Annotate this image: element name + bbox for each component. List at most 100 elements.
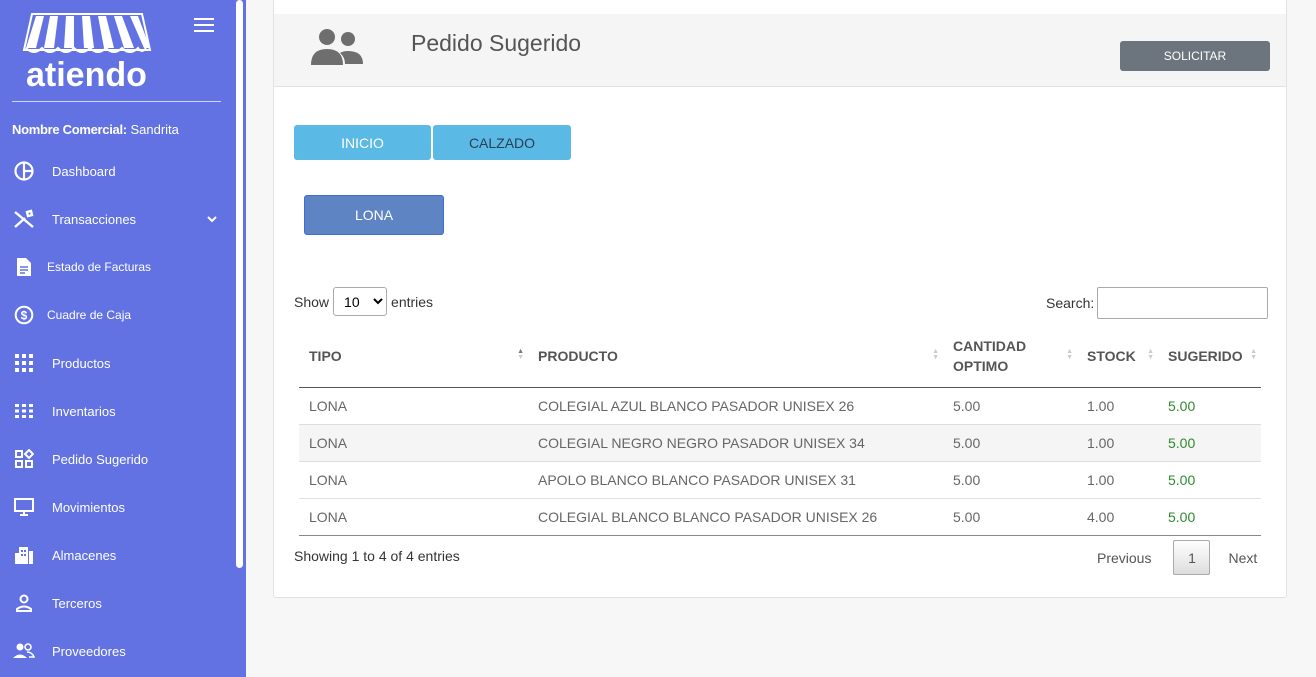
pedido-table: TIPO ▲ ▼ PRODUCTO ▲ ▼ CANTIDAD OPTIMO ▲ ▼ STOC… xyxy=(299,325,1261,536)
search-area: Search: xyxy=(1046,287,1269,319)
previous-button[interactable]: Previous xyxy=(1097,550,1151,566)
people-icon xyxy=(13,641,35,661)
sort-icon: ▲ ▼ xyxy=(1147,348,1154,361)
table-row: LONA COLEGIAL AZUL BLANCO PASADOR UNISEX… xyxy=(299,387,1261,425)
pie-chart-icon xyxy=(13,161,35,181)
calzado-button[interactable]: CALZADO xyxy=(433,125,571,160)
dollar-circle-icon: $ xyxy=(13,305,35,325)
table-row: LONA COLEGIAL BLANCO BLANCO PASADOR UNIS… xyxy=(299,498,1261,536)
widgets-icon xyxy=(13,449,35,469)
nombre-comercial: Nombre Comercial: Sandrita xyxy=(12,122,179,137)
sidebar-item-label: Cuadre de Caja xyxy=(47,308,132,322)
sidebar-item-dashboard[interactable]: Dashboard xyxy=(0,151,232,191)
sort-icon: ▲ ▼ xyxy=(517,348,524,361)
showing-info: Showing 1 to 4 of 4 entries xyxy=(294,548,460,564)
column-header-sugerido[interactable]: SUGERIDO ▲ ▼ xyxy=(1158,325,1261,388)
page-1-button[interactable]: 1 xyxy=(1173,540,1211,575)
sidebar-item-transacciones[interactable]: Transacciones xyxy=(0,199,232,239)
sidebar-item-terceros[interactable]: Terceros xyxy=(0,583,232,623)
svg-text:$: $ xyxy=(21,309,28,323)
sidebar-item-label: Dashboard xyxy=(52,163,116,179)
sidebar-scrollbar[interactable] xyxy=(236,0,243,568)
cell-sugerido: 5.00 xyxy=(1158,387,1261,425)
sidebar-item-proveedores[interactable]: Proveedores xyxy=(0,631,232,671)
column-header-tipo[interactable]: TIPO ▲ ▼ xyxy=(299,325,528,388)
sidebar-item-productos[interactable]: Productos xyxy=(0,343,232,383)
monitor-icon xyxy=(13,497,35,517)
column-header-stock[interactable]: STOCK ▲ ▼ xyxy=(1077,325,1158,388)
cell-stock: 1.00 xyxy=(1077,424,1158,462)
cell-producto: COLEGIAL BLANCO BLANCO PASADOR UNISEX 26 xyxy=(528,498,943,536)
chevron-down-icon[interactable] xyxy=(206,212,218,230)
tools-icon xyxy=(13,209,35,229)
sort-icon: ▲ ▼ xyxy=(1250,348,1257,361)
person-icon xyxy=(13,593,35,613)
cell-producto: COLEGIAL NEGRO NEGRO PASADOR UNISEX 34 xyxy=(528,424,943,462)
grid-icon xyxy=(13,353,35,373)
cell-sugerido: 5.00 xyxy=(1158,424,1261,462)
lona-button[interactable]: LONA xyxy=(304,195,444,235)
building-icon xyxy=(13,545,35,565)
cell-producto: COLEGIAL AZUL BLANCO PASADOR UNISEX 26 xyxy=(528,387,943,425)
users-icon xyxy=(311,29,363,65)
cell-stock: 1.00 xyxy=(1077,461,1158,499)
cell-tipo: LONA xyxy=(299,498,528,536)
comercial-label: Nombre Comercial: xyxy=(12,122,127,137)
cell-cantidad-optimo: 5.00 xyxy=(943,424,1077,462)
column-label: TIPO xyxy=(309,347,342,364)
inicio-button[interactable]: INICIO xyxy=(294,125,431,160)
sidebar-item-label: Proveedores xyxy=(52,643,126,659)
sidebar-item-inventarios[interactable]: Inventarios xyxy=(0,391,232,431)
sidebar-item-movimientos[interactable]: Movimientos xyxy=(0,487,232,527)
entries-select[interactable]: 10 xyxy=(333,287,388,316)
search-input[interactable] xyxy=(1097,287,1269,319)
sidebar-item-label: Movimientos xyxy=(52,499,125,515)
cell-tipo: LONA xyxy=(299,424,528,462)
sidebar-item-almacenes[interactable]: Almacenes xyxy=(0,535,232,575)
cell-cantidad-optimo: 5.00 xyxy=(943,461,1077,499)
comercial-value: Sandrita xyxy=(130,122,179,137)
atiendo-logo[interactable]: atiendo xyxy=(22,12,152,90)
column-header-producto[interactable]: PRODUCTO ▲ ▼ xyxy=(528,325,943,388)
grid-icon xyxy=(13,401,35,421)
cell-producto: APOLO BLANCO BLANCO PASADOR UNISEX 31 xyxy=(528,461,943,499)
cell-cantidad-optimo: 5.00 xyxy=(943,498,1077,536)
show-entries: Show 10 entries xyxy=(294,287,433,316)
cell-tipo: LONA xyxy=(299,461,528,499)
sidebar-item-label: Almacenes xyxy=(52,547,117,563)
sidebar-item-label: Transacciones xyxy=(52,211,137,227)
sidebar-item-estado-facturas[interactable]: Estado de Facturas xyxy=(0,247,232,287)
sidebar-divider xyxy=(12,101,221,102)
cell-tipo: LONA xyxy=(299,387,528,425)
sidebar-item-label: Productos xyxy=(52,355,111,371)
column-label: PRODUCTO xyxy=(538,347,618,364)
cell-sugerido: 5.00 xyxy=(1158,498,1261,536)
sidebar-item-cuadre-caja[interactable]: $ Cuadre de Caja xyxy=(0,295,232,335)
solicitar-button[interactable]: SOLICITAR xyxy=(1120,41,1270,71)
column-label: CANTIDAD OPTIMO xyxy=(953,337,1027,374)
column-label: STOCK xyxy=(1087,347,1136,364)
svg-text:atiendo: atiendo xyxy=(26,56,147,90)
cell-stock: 1.00 xyxy=(1077,387,1158,425)
next-button[interactable]: Next xyxy=(1228,550,1257,566)
sidebar-item-pedido-sugerido[interactable]: Pedido Sugerido xyxy=(0,439,232,479)
column-label: SUGERIDO xyxy=(1168,347,1243,364)
table-row: LONA APOLO BLANCO BLANCO PASADOR UNISEX … xyxy=(299,461,1261,499)
column-header-cantidad-optimo[interactable]: CANTIDAD OPTIMO ▲ ▼ xyxy=(943,325,1077,388)
sidebar: atiendo Nombre Comercial: Sandrita Dashb… xyxy=(0,0,246,677)
show-label: Show xyxy=(294,293,330,310)
panel-header: Pedido Sugerido SOLICITAR xyxy=(274,14,1286,87)
cell-cantidad-optimo: 5.00 xyxy=(943,387,1077,425)
menu-toggle-icon[interactable] xyxy=(194,18,214,32)
entries-label: entries xyxy=(391,293,434,310)
sidebar-item-label: Inventarios xyxy=(52,403,116,419)
document-icon xyxy=(13,257,35,277)
sidebar-item-label: Estado de Facturas xyxy=(47,260,152,274)
sort-icon: ▲ ▼ xyxy=(932,348,939,361)
sidebar-item-label: Terceros xyxy=(52,595,102,611)
cell-sugerido: 5.00 xyxy=(1158,461,1261,499)
cell-stock: 4.00 xyxy=(1077,498,1158,536)
search-label: Search: xyxy=(1046,295,1095,311)
table-row: LONA COLEGIAL NEGRO NEGRO PASADOR UNISEX… xyxy=(299,424,1261,462)
pagination: Previous 1 Next xyxy=(1085,540,1257,575)
